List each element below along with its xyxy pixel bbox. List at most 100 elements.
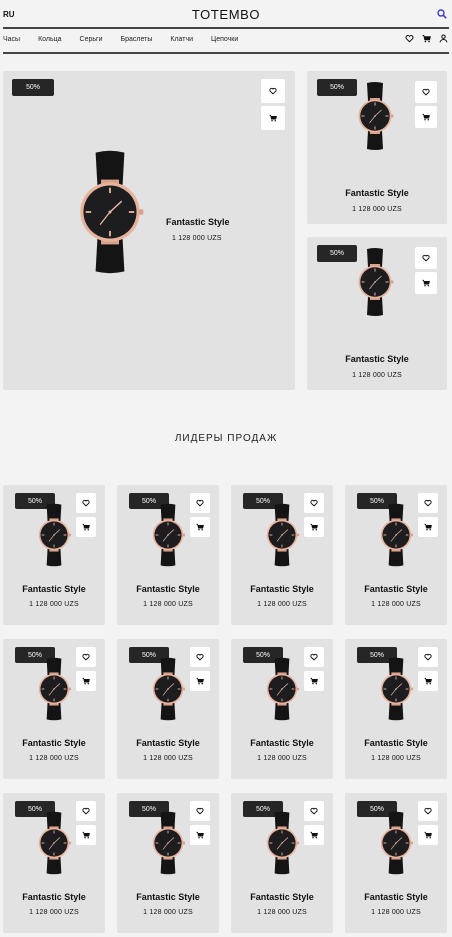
product-image[interactable] bbox=[259, 499, 305, 576]
add-to-cart-button[interactable] bbox=[418, 825, 438, 845]
product-card[interactable]: 50% Fantastic Style 1 128 000 UZS bbox=[117, 793, 219, 933]
cart-icon bbox=[82, 831, 90, 839]
product-image[interactable] bbox=[145, 499, 191, 576]
add-to-cart-button[interactable] bbox=[261, 106, 285, 130]
product-card[interactable]: 50% Fantastic Style 1 128 000 UZS bbox=[307, 237, 447, 390]
add-to-favorites-button[interactable] bbox=[304, 493, 324, 513]
product-image[interactable] bbox=[31, 807, 77, 884]
product-card[interactable]: 50% Fantastic Style 1 128 000 UZS bbox=[3, 485, 105, 625]
watch-image bbox=[152, 811, 186, 875]
product-card[interactable]: 50% Fantastic Style 1 128 000 UZS bbox=[3, 793, 105, 933]
add-to-favorites-button[interactable] bbox=[418, 801, 438, 821]
product-card[interactable]: 50% Fantastic Style 1 128 000 UZS bbox=[3, 639, 105, 779]
add-to-favorites-button[interactable] bbox=[190, 493, 210, 513]
product-name[interactable]: Fantastic Style bbox=[3, 892, 105, 902]
cart-icon bbox=[422, 113, 430, 121]
product-name[interactable]: Fantastic Style bbox=[307, 188, 447, 198]
product-card[interactable]: 50% Fantastic Style 1 128 000 UZS bbox=[231, 793, 333, 933]
product-image[interactable] bbox=[373, 653, 419, 730]
product-card[interactable]: 50% Fantastic Style 1 128 000 UZS bbox=[345, 793, 447, 933]
product-image[interactable] bbox=[145, 807, 191, 884]
product-name[interactable]: Fantastic Style bbox=[166, 217, 230, 227]
add-to-cart-button[interactable] bbox=[418, 671, 438, 691]
cart-icon bbox=[424, 523, 432, 531]
product-image[interactable] bbox=[373, 807, 419, 884]
site-logo[interactable]: TOTEMBO bbox=[0, 7, 452, 22]
add-to-favorites-button[interactable] bbox=[190, 647, 210, 667]
product-price: 1 128 000 UZS bbox=[371, 755, 421, 762]
heart-icon[interactable] bbox=[405, 34, 414, 43]
product-name[interactable]: Fantastic Style bbox=[3, 738, 105, 748]
product-name[interactable]: Fantastic Style bbox=[307, 354, 447, 364]
heart-icon bbox=[269, 87, 277, 95]
product-card[interactable]: 50% Fantastic Style 1 128 000 UZS bbox=[231, 485, 333, 625]
add-to-favorites-button[interactable] bbox=[261, 79, 285, 103]
nav-item-watches[interactable]: Часы bbox=[3, 36, 20, 43]
add-to-favorites-button[interactable] bbox=[418, 493, 438, 513]
product-name[interactable]: Fantastic Style bbox=[231, 892, 333, 902]
user-icon[interactable] bbox=[439, 34, 448, 43]
add-to-cart-button[interactable] bbox=[190, 825, 210, 845]
add-to-cart-button[interactable] bbox=[76, 671, 96, 691]
product-name[interactable]: Fantastic Style bbox=[3, 584, 105, 594]
add-to-cart-button[interactable] bbox=[418, 517, 438, 537]
product-name[interactable]: Fantastic Style bbox=[345, 584, 447, 594]
product-image[interactable] bbox=[350, 247, 400, 322]
product-card[interactable]: 50% Fantastic Style 1 128 000 UZS bbox=[117, 639, 219, 779]
add-to-favorites-button[interactable] bbox=[76, 493, 96, 513]
product-card[interactable]: 50% Fantastic Style 1 128 000 UZS bbox=[345, 485, 447, 625]
search-icon[interactable] bbox=[437, 9, 447, 19]
product-name[interactable]: Fantastic Style bbox=[345, 892, 447, 902]
product-name[interactable]: Fantastic Style bbox=[117, 738, 219, 748]
product-card[interactable]: 50% Fantastic Style 1 128 000 UZS bbox=[345, 639, 447, 779]
discount-badge: 50% bbox=[12, 79, 54, 96]
product-image[interactable] bbox=[31, 499, 77, 576]
nav-item-earrings[interactable]: Серьги bbox=[80, 36, 103, 43]
nav-item-bracelets[interactable]: Браслеты bbox=[121, 36, 153, 43]
product-name[interactable]: Fantastic Style bbox=[345, 738, 447, 748]
add-to-cart-button[interactable] bbox=[415, 272, 437, 294]
product-name[interactable]: Fantastic Style bbox=[231, 738, 333, 748]
add-to-cart-button[interactable] bbox=[304, 671, 324, 691]
product-name[interactable]: Fantastic Style bbox=[231, 584, 333, 594]
cart-icon[interactable] bbox=[422, 34, 431, 43]
add-to-cart-button[interactable] bbox=[76, 517, 96, 537]
add-to-cart-button[interactable] bbox=[76, 825, 96, 845]
add-to-favorites-button[interactable] bbox=[76, 647, 96, 667]
heart-icon bbox=[422, 88, 430, 96]
heart-icon bbox=[196, 807, 204, 815]
product-card[interactable]: 50% Fantastic Style 1 128 000 UZS bbox=[307, 71, 447, 224]
watch-image bbox=[358, 82, 394, 150]
product-card[interactable]: 50% Fantastic Style 1 128 000 UZS bbox=[117, 485, 219, 625]
add-to-favorites-button[interactable] bbox=[190, 801, 210, 821]
add-to-favorites-button[interactable] bbox=[304, 801, 324, 821]
watch-image bbox=[38, 657, 72, 721]
product-image[interactable] bbox=[259, 653, 305, 730]
product-image[interactable] bbox=[373, 499, 419, 576]
add-to-favorites-button[interactable] bbox=[304, 647, 324, 667]
add-to-cart-button[interactable] bbox=[304, 517, 324, 537]
watch-image bbox=[38, 811, 72, 875]
add-to-favorites-button[interactable] bbox=[415, 247, 437, 269]
nav-item-rings[interactable]: Кольца bbox=[38, 36, 61, 43]
add-to-favorites-button[interactable] bbox=[76, 801, 96, 821]
add-to-cart-button[interactable] bbox=[190, 671, 210, 691]
product-image[interactable] bbox=[31, 653, 77, 730]
product-image[interactable] bbox=[350, 81, 400, 156]
add-to-cart-button[interactable] bbox=[304, 825, 324, 845]
product-name[interactable]: Fantastic Style bbox=[117, 584, 219, 594]
nav-item-chains[interactable]: Цепочки bbox=[211, 36, 238, 43]
product-card[interactable]: 50% Fantastic Style 1 128 000 UZS bbox=[231, 639, 333, 779]
add-to-favorites-button[interactable] bbox=[415, 81, 437, 103]
add-to-cart-button[interactable] bbox=[415, 106, 437, 128]
product-image[interactable] bbox=[65, 149, 155, 280]
watch-image bbox=[380, 811, 414, 875]
product-name[interactable]: Fantastic Style bbox=[117, 892, 219, 902]
cart-icon bbox=[196, 523, 204, 531]
nav-item-clutches[interactable]: Клатчи bbox=[170, 36, 193, 43]
product-image[interactable] bbox=[259, 807, 305, 884]
add-to-favorites-button[interactable] bbox=[418, 647, 438, 667]
add-to-cart-button[interactable] bbox=[190, 517, 210, 537]
product-image[interactable] bbox=[145, 653, 191, 730]
product-card[interactable]: 50% Fantastic Style 1 128 000 UZS bbox=[3, 71, 295, 390]
